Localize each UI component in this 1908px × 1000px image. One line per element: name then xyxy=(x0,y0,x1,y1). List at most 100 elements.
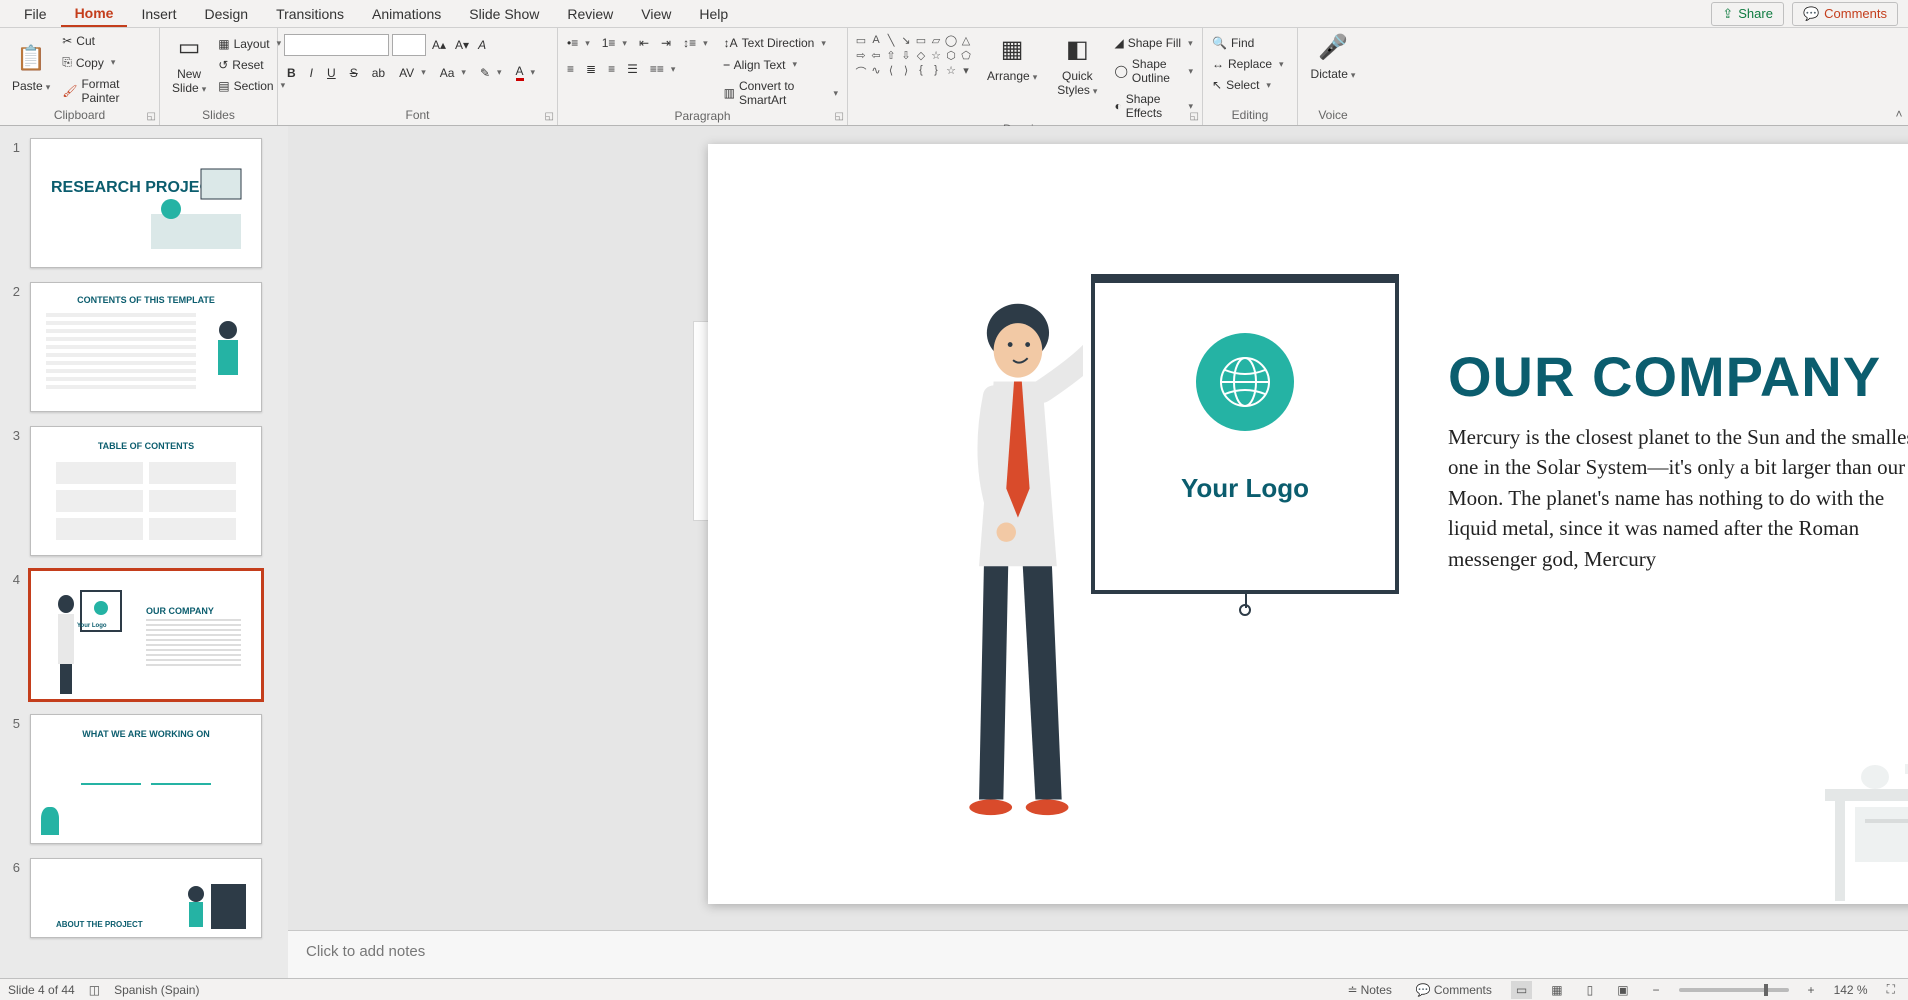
slide-thumbnail-4[interactable]: OUR COMPANY Your Logo xyxy=(30,570,262,700)
shape-outline-button[interactable]: ◯Shape Outline xyxy=(1111,55,1196,87)
slide-thumbnail-1[interactable]: RESEARCH PROJECT xyxy=(30,138,262,268)
outline-icon: ◯ xyxy=(1114,64,1127,78)
font-color-button[interactable]: A xyxy=(513,62,539,83)
font-highlight-button[interactable]: ✎ xyxy=(477,64,505,82)
quick-styles-button[interactable]: ◧Quick Styles xyxy=(1051,34,1103,100)
zoom-in-button[interactable]: + xyxy=(1803,981,1820,999)
align-text-button[interactable]: ⎯Align Text xyxy=(721,55,800,74)
line-spacing-button[interactable]: ↕≡ xyxy=(680,34,711,52)
slide-thumbnail-2[interactable]: CONTENTS OF THIS TEMPLATE xyxy=(30,282,262,412)
slideshow-view-button[interactable]: ▣ xyxy=(1612,981,1633,999)
tab-help[interactable]: Help xyxy=(685,2,742,26)
text-shadow-icon: ab xyxy=(372,66,385,80)
paragraph-dialog-launcher[interactable]: ◱ xyxy=(835,111,844,122)
shape-fill-button[interactable]: ◢Shape Fill xyxy=(1111,34,1195,52)
numbering-button[interactable]: 1≡ xyxy=(599,34,630,52)
mic-icon: 🎤 xyxy=(1318,35,1348,61)
increase-font-button[interactable]: A▴ xyxy=(429,36,449,54)
decrease-indent-button[interactable]: ⇤ xyxy=(636,34,652,52)
bullets-button[interactable]: •≡ xyxy=(564,34,593,52)
clipboard-dialog-launcher[interactable]: ◱ xyxy=(147,111,156,122)
slide-canvas-area[interactable]: Your Logo OUR COMPANY Mercury is the clo… xyxy=(288,126,1908,930)
paste-button[interactable]: 📋 Paste xyxy=(6,43,56,96)
chevron-up-icon: ˄ xyxy=(1895,107,1902,121)
zoom-slider[interactable] xyxy=(1679,988,1789,992)
presenter-illustration xyxy=(948,294,1083,819)
reading-view-button[interactable]: ▯ xyxy=(1582,981,1599,999)
clear-formatting-button[interactable]: A xyxy=(475,36,489,54)
font-name-input[interactable] xyxy=(284,34,389,56)
shape-effects-button[interactable]: ◐Shape Effects xyxy=(1111,90,1196,122)
italic-button[interactable]: I xyxy=(307,64,316,82)
find-button[interactable]: 🔍Find xyxy=(1209,34,1257,52)
font-size-input[interactable] xyxy=(392,34,426,56)
slide-thumbnail-3[interactable]: TABLE OF CONTENTS xyxy=(30,426,262,556)
align-center-button[interactable]: ≣ xyxy=(583,60,599,78)
desk-illustration xyxy=(1805,729,1908,904)
justify-button[interactable]: ☰ xyxy=(624,60,641,78)
slide-canvas[interactable]: Your Logo OUR COMPANY Mercury is the clo… xyxy=(708,144,1908,904)
slide-body-text[interactable]: Mercury is the closest planet to the Sun… xyxy=(1448,422,1908,574)
comments-toggle-button[interactable]: 💬Comments xyxy=(1411,981,1497,999)
section-icon: ▤ xyxy=(218,79,229,93)
change-case-button[interactable]: Aa xyxy=(437,64,469,82)
tab-view[interactable]: View xyxy=(627,2,685,26)
cut-button[interactable]: ✂Cut xyxy=(59,32,98,50)
tab-transitions[interactable]: Transitions xyxy=(262,2,358,26)
accessibility-icon[interactable]: ◫ xyxy=(89,983,100,997)
arrange-button[interactable]: ▦Arrange xyxy=(981,34,1043,87)
align-right-button[interactable]: ≡ xyxy=(605,60,618,78)
normal-view-button[interactable]: ▭ xyxy=(1511,981,1532,999)
smartart-button[interactable]: ▥Convert to SmartArt xyxy=(721,77,841,109)
slideshow-view-icon: ▣ xyxy=(1617,983,1628,997)
shadow-button[interactable]: ab xyxy=(369,64,388,82)
increase-indent-button[interactable]: ⇥ xyxy=(658,34,674,52)
strike-button[interactable]: S xyxy=(347,64,361,82)
status-bar: Slide 4 of 44 ◫ Spanish (Spain) ≐Notes 💬… xyxy=(0,978,1908,1000)
drawing-dialog-launcher[interactable]: ◱ xyxy=(1190,111,1199,122)
spacing-button[interactable]: AV xyxy=(396,64,429,82)
shapes-gallery[interactable]: ▭A╲↘▭▱◯△ ⇨⇦⇧⇩◇☆⬡⬠ ⌒∿⟨⟩{}☆▾ xyxy=(854,34,973,78)
copy-button[interactable]: ⎘Copy xyxy=(59,53,118,72)
decrease-font-button[interactable]: A▾ xyxy=(452,36,472,54)
reset-button[interactable]: ↺Reset xyxy=(215,56,266,74)
notes-toggle-button[interactable]: ≐Notes xyxy=(1343,981,1397,999)
select-button[interactable]: ↖Select xyxy=(1209,76,1274,94)
new-slide-button[interactable]: ▭ New Slide xyxy=(166,32,212,98)
tab-review[interactable]: Review xyxy=(553,2,627,26)
columns-button[interactable]: ≡≡ xyxy=(647,60,679,78)
underline-button[interactable]: U xyxy=(324,64,339,82)
font-dialog-launcher[interactable]: ◱ xyxy=(545,111,554,122)
layout-button[interactable]: ▦Layout xyxy=(215,35,284,53)
tab-design[interactable]: Design xyxy=(190,2,262,26)
zoom-out-button[interactable]: − xyxy=(1648,981,1665,999)
text-direction-button[interactable]: ↕AText Direction xyxy=(721,34,829,52)
tab-home[interactable]: Home xyxy=(61,1,128,27)
language-status[interactable]: Spanish (Spain) xyxy=(114,983,199,997)
collapse-ribbon-button[interactable]: ˄ xyxy=(1890,28,1908,125)
share-button[interactable]: ⇪Share xyxy=(1711,2,1784,26)
comments-button[interactable]: 💬Comments xyxy=(1792,2,1898,26)
normal-view-icon: ▭ xyxy=(1516,983,1527,997)
tab-animations[interactable]: Animations xyxy=(358,2,455,26)
fit-to-window-button[interactable]: ⛶ xyxy=(1882,980,1900,999)
slide-thumbnails-panel[interactable]: 1 RESEARCH PROJECT 2 CONTENTS OF THIS TE… xyxy=(0,126,288,978)
zoom-level[interactable]: 142 % xyxy=(1834,983,1868,997)
notes-pane[interactable]: Click to add notes xyxy=(288,930,1908,978)
slide-title[interactable]: OUR COMPANY xyxy=(1448,344,1881,409)
tab-slideshow[interactable]: Slide Show xyxy=(455,2,553,26)
format-painter-button[interactable]: 🖌Format Painter xyxy=(59,75,153,107)
slide-thumbnail-5[interactable]: WHAT WE ARE WORKING ON xyxy=(30,714,262,844)
effects-icon: ◐ xyxy=(1114,99,1121,113)
align-left-button[interactable]: ≡ xyxy=(564,60,577,78)
font-color-icon: A xyxy=(516,64,524,81)
tab-insert[interactable]: Insert xyxy=(127,2,190,26)
sorter-view-button[interactable]: ▦ xyxy=(1546,981,1567,999)
dictate-button[interactable]: 🎤Dictate xyxy=(1304,32,1362,85)
share-icon: ⇪ xyxy=(1722,6,1733,22)
tab-file[interactable]: File xyxy=(10,2,61,26)
slide-thumbnail-6[interactable]: ABOUT THE PROJECT xyxy=(30,858,262,938)
replace-button[interactable]: ↔Replace xyxy=(1209,55,1287,73)
bold-button[interactable]: B xyxy=(284,64,299,82)
copy-icon: ⎘ xyxy=(62,55,72,70)
